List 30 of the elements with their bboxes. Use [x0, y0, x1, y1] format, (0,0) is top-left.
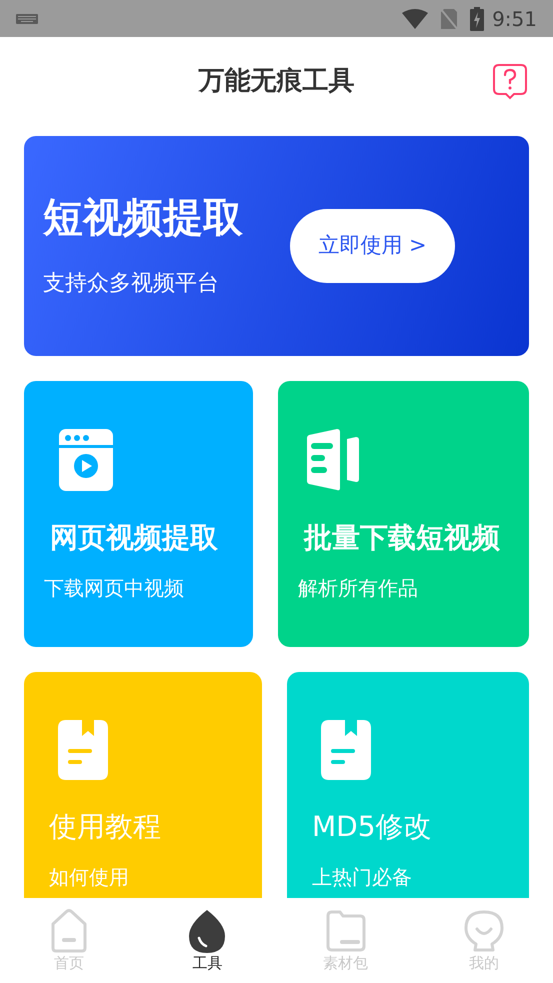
- tool-subtitle: 如何使用: [49, 864, 130, 891]
- tool-card[interactable]: 批量下载短视频 解析所有作品: [278, 381, 529, 647]
- video-player-icon: [59, 429, 113, 491]
- tool-card[interactable]: 网页视频提取 下载网页中视频: [24, 381, 253, 647]
- tool-title: MD5修改: [312, 809, 433, 845]
- page-title: 万能无痕工具: [198, 64, 354, 98]
- bookmark-book-icon: [58, 720, 108, 780]
- tool-title: 网页视频提取: [49, 520, 219, 556]
- tool-title: 批量下载短视频: [302, 520, 501, 556]
- tool-subtitle: 上热门必备: [312, 864, 413, 891]
- battery-charging-icon: [470, 6, 484, 30]
- use-now-button[interactable]: 立即使用 >: [290, 209, 455, 283]
- tool-subtitle: 解析所有作品: [298, 575, 419, 602]
- status-time: 9:51: [492, 6, 537, 32]
- nav-tab[interactable]: 工具: [138, 908, 276, 973]
- tool-subtitle: 下载网页中视频: [44, 575, 185, 602]
- banner-title: 短视频提取: [43, 194, 244, 242]
- no-sim-icon: [440, 8, 458, 30]
- tool-title: 使用教程: [49, 809, 162, 845]
- tool-card[interactable]: MD5修改 上热门必备: [287, 672, 529, 898]
- banner-card[interactable]: 短视频提取 支持众多视频平台 立即使用 >: [24, 136, 529, 356]
- user-icon: [462, 908, 506, 954]
- bookmark-book-icon: [321, 720, 371, 780]
- keyboard-icon: [16, 14, 38, 24]
- document-icon: [307, 429, 359, 491]
- banner-subtitle: 支持众多视频平台: [43, 270, 220, 298]
- help-button[interactable]: [493, 64, 527, 100]
- tool-card[interactable]: 使用教程 如何使用: [24, 672, 262, 898]
- wifi-icon: [402, 8, 428, 28]
- folder-icon: [324, 908, 368, 954]
